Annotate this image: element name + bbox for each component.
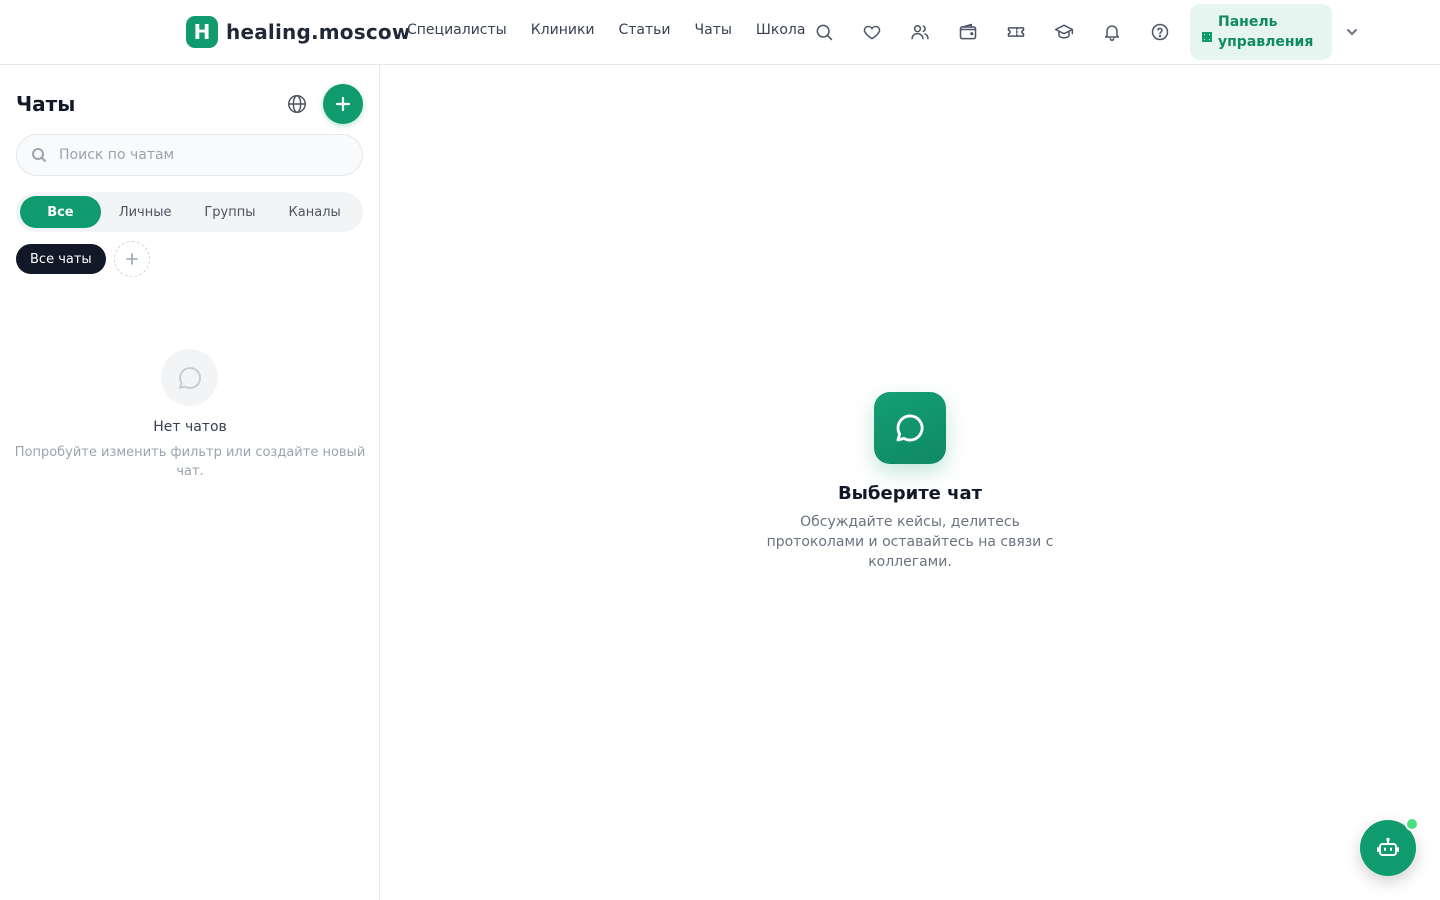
nav-specialists[interactable]: Специалисты <box>407 22 507 38</box>
chevron-down-icon[interactable] <box>1344 24 1360 40</box>
logo-mark: H <box>186 16 218 48</box>
main-nav: Специалисты Клиники Статьи Чаты Школа <box>407 22 829 38</box>
bell-icon[interactable] <box>1100 20 1124 44</box>
online-status-dot <box>1405 817 1419 831</box>
search-icon <box>32 148 46 162</box>
dashboard-button[interactable]: Панель управления <box>1190 4 1332 60</box>
add-folder-button[interactable] <box>113 241 150 277</box>
nav-chats[interactable]: Чаты <box>695 22 732 38</box>
users-icon[interactable] <box>908 20 932 44</box>
chat-filter-tabs: Все Личные Группы Каналы <box>16 192 363 232</box>
ticket-icon[interactable] <box>1004 20 1028 44</box>
sidebar-title: Чаты <box>16 92 76 116</box>
help-icon[interactable] <box>1148 20 1172 44</box>
chats-sidebar: Чаты Все Личные Группы Каналы Все чаты Н… <box>0 65 380 900</box>
plus-icon <box>335 96 351 112</box>
globe-icon[interactable] <box>286 93 308 115</box>
heart-icon[interactable] <box>860 20 884 44</box>
chat-bubble-icon <box>874 392 946 464</box>
nav-school[interactable]: Школа <box>756 22 806 38</box>
plus-icon <box>125 253 138 265</box>
site-logo[interactable]: H healing.moscow <box>186 16 411 48</box>
graduation-cap-icon[interactable] <box>1052 20 1076 44</box>
tab-all[interactable]: Все <box>20 196 101 228</box>
select-chat-title: Выберите чат <box>837 483 983 504</box>
top-header: H healing.moscow Специалисты Клиники Ста… <box>0 0 1440 65</box>
bot-icon <box>1377 837 1399 856</box>
empty-state-title: Нет чатов <box>153 419 227 435</box>
wallet-icon[interactable] <box>956 20 980 44</box>
search-icon[interactable] <box>812 20 836 44</box>
dashboard-icon <box>1202 27 1212 42</box>
tab-channels[interactable]: Каналы <box>270 196 359 228</box>
new-chat-button[interactable] <box>323 84 363 124</box>
tab-personal[interactable]: Личные <box>101 196 190 228</box>
empty-state-subtitle: Попробуйте изменить фильтр или создайте … <box>14 445 366 479</box>
select-chat-subtitle: Обсуждайте кейсы, делитесь протоколами и… <box>766 514 1054 570</box>
nav-articles[interactable]: Статьи <box>619 22 671 38</box>
logo-text: healing.moscow <box>226 20 411 44</box>
chat-search-input[interactable] <box>59 147 349 163</box>
tab-groups[interactable]: Группы <box>190 196 271 228</box>
nav-clinics[interactable]: Клиники <box>531 22 595 38</box>
empty-chat-icon <box>161 349 218 406</box>
dashboard-label: Панель управления <box>1218 14 1314 50</box>
chat-search <box>16 134 363 176</box>
folder-chip-all[interactable]: Все чаты <box>16 244 106 274</box>
folder-chips: Все чаты <box>16 241 150 277</box>
